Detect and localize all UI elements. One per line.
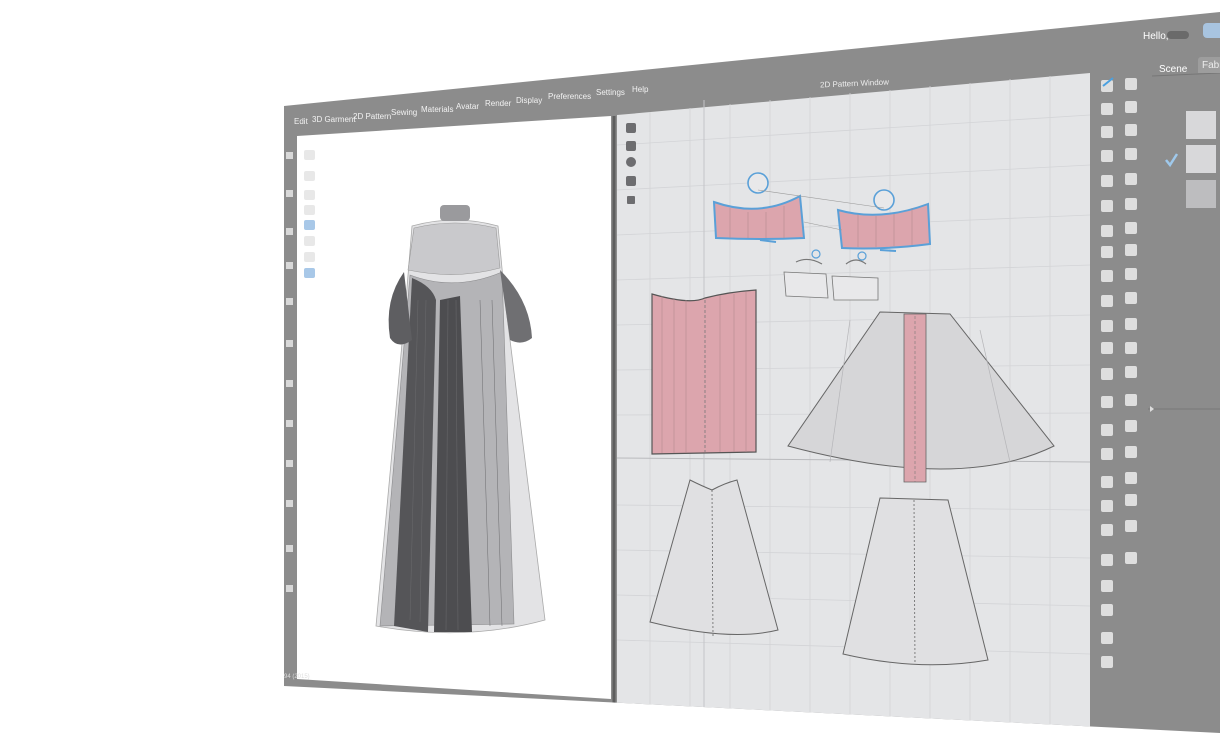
app-window: Edit 3D Garment 2D Pattern Sewing Materi… <box>284 12 1220 733</box>
far-left-toolbar[interactable] <box>286 152 293 592</box>
transform-icon <box>626 123 636 133</box>
menu-sewing[interactable]: Sewing <box>391 108 417 117</box>
avatar-icon <box>304 268 315 278</box>
menu-settings[interactable]: Settings <box>596 88 625 97</box>
app-canvas <box>286 72 1220 733</box>
texture-icon <box>626 176 636 186</box>
menu-3d-garment[interactable]: 3D Garment <box>312 115 356 124</box>
user-name-placeholder <box>1167 31 1189 39</box>
menu-help[interactable]: Help <box>632 85 648 94</box>
ruler-icon <box>1101 656 1113 668</box>
menu-display[interactable]: Display <box>516 96 542 105</box>
pin-icon <box>304 190 315 200</box>
menu-materials[interactable]: Materials <box>421 105 453 114</box>
user-greeting: Hello, <box>1143 31 1169 42</box>
edit-point-icon <box>626 141 636 151</box>
menu-2d-pattern[interactable]: 2D Pattern <box>353 112 391 121</box>
menu-avatar[interactable]: Avatar <box>456 102 479 111</box>
fabric-swatch-2 <box>1186 145 1216 173</box>
menu-render[interactable]: Render <box>485 99 511 108</box>
arrange-icon <box>304 236 315 246</box>
right-toolbar[interactable] <box>1101 78 1137 668</box>
fabric-swatch-3 <box>1186 180 1216 208</box>
info-icon <box>626 157 636 167</box>
draw-icon <box>304 205 315 215</box>
menu-edit[interactable]: Edit <box>294 117 308 126</box>
menu-preferences[interactable]: Preferences <box>548 92 591 101</box>
lock-icon <box>627 196 635 204</box>
user-avatar[interactable] <box>1203 23 1220 38</box>
check-icon <box>1165 153 1179 168</box>
pattern-small-right <box>831 275 879 301</box>
pattern-small-left <box>783 271 829 299</box>
fold-icon <box>304 220 315 230</box>
fabric-swatch-1 <box>1186 111 1216 139</box>
zip-icon <box>304 252 315 262</box>
select-mesh-icon <box>304 150 315 160</box>
pattern-bodice-front <box>651 289 757 455</box>
tab-fabric[interactable]: Fabric <box>1202 60 1220 71</box>
tab-scene[interactable]: Scene <box>1159 64 1187 75</box>
annotation-icon <box>1101 500 1113 512</box>
text-icon <box>1101 476 1113 488</box>
fabric-panel[interactable] <box>1148 72 1220 412</box>
status-bar-text: 94 (2015) <box>284 674 310 680</box>
move-icon <box>304 171 315 181</box>
